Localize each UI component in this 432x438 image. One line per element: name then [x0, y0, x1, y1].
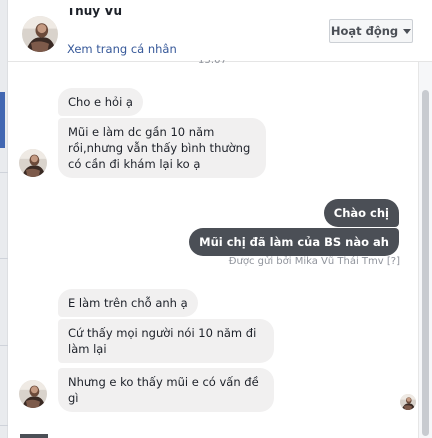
- message-timestamp: 13:07: [198, 60, 227, 66]
- outgoing-message[interactable]: Chào chị: [323, 199, 399, 227]
- next-avatar-edge: [20, 434, 48, 438]
- chevron-down-icon: [403, 28, 412, 34]
- contact-name[interactable]: Thủy Vũ: [67, 8, 122, 20]
- divider: [0, 172, 8, 173]
- sent-by-note: Được gửi bởi Mika Vũ Thái Tmv [?]: [228, 256, 400, 267]
- outgoing-message[interactable]: Mũi chị đã làm của BS nào ah: [189, 228, 399, 256]
- divider: [0, 258, 8, 259]
- contact-avatar[interactable]: [22, 16, 58, 52]
- scrollbar-track[interactable]: [418, 62, 432, 438]
- seen-avatar-icon: [400, 394, 416, 410]
- incoming-message[interactable]: Cứ thấy mọi người nói 10 năm đi làm lại: [58, 319, 274, 363]
- left-panel-edge: [0, 0, 8, 438]
- status-label: Hoạt động: [330, 24, 399, 38]
- incoming-message[interactable]: Nhưng e ko thấy mũi e có vấn đề gì: [58, 368, 274, 412]
- sender-avatar[interactable]: [19, 380, 47, 408]
- incoming-message[interactable]: Mũi e làm dc gần 10 năm rồi,nhưng vẫn th…: [58, 118, 266, 178]
- chat-header: Thủy Vũ Xem trang cá nhân Hoạt động: [8, 0, 432, 62]
- active-indicator: [0, 92, 5, 148]
- view-profile-link[interactable]: Xem trang cá nhân: [67, 42, 177, 56]
- sender-avatar[interactable]: [19, 149, 47, 177]
- incoming-message[interactable]: E làm trên chỗ anh ạ: [58, 289, 198, 317]
- divider: [0, 425, 8, 426]
- divider: [0, 345, 8, 346]
- status-dropdown-button[interactable]: Hoạt động: [329, 19, 413, 43]
- scrollbar-thumb[interactable]: [422, 90, 429, 436]
- incoming-message[interactable]: Cho e hỏi ạ: [58, 88, 143, 116]
